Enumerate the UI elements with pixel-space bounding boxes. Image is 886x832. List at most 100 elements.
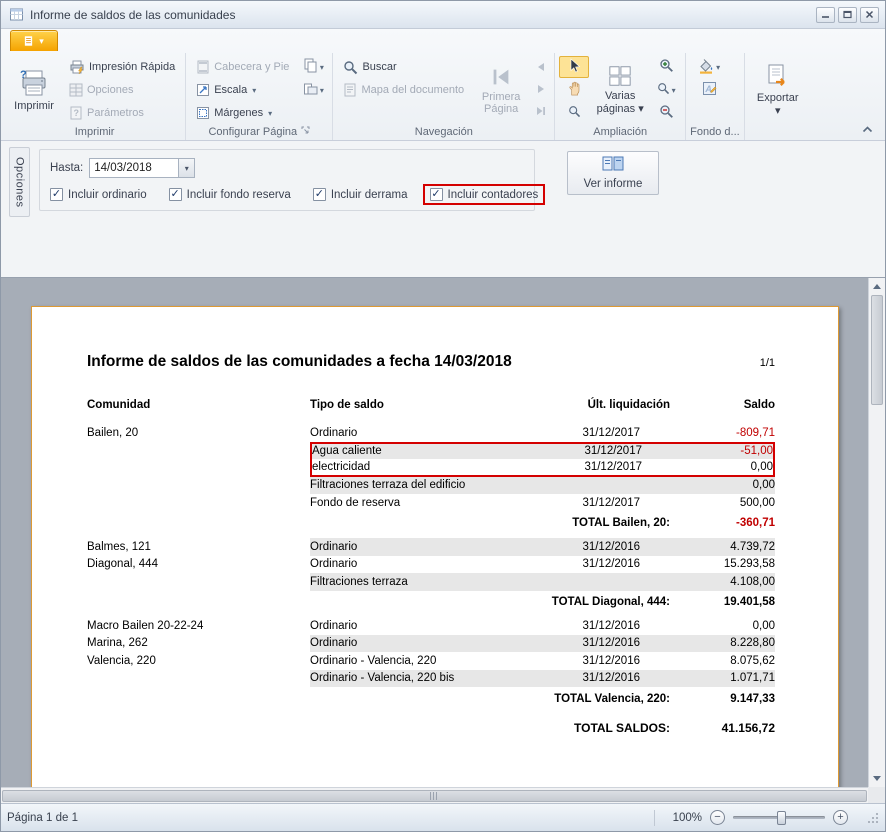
hand-tool-button[interactable] — [559, 79, 589, 101]
impresion-rapida-button[interactable]: Impresión Rápida — [63, 56, 181, 78]
checkbox-label: Incluir contadores — [448, 189, 539, 201]
cell-tipo-saldo: Ordinario - Valencia, 220 bis — [310, 670, 555, 688]
orientation-icon — [303, 81, 318, 99]
dialog-launcher-icon[interactable] — [301, 126, 310, 138]
page-color-button[interactable]: ▾ — [690, 56, 728, 78]
cell-ult-liquidacion: 31/12/2016 — [555, 617, 670, 635]
watermark-button[interactable]: A — [690, 79, 728, 101]
cell-tipo-saldo: Agua caliente — [312, 444, 557, 460]
cell-saldo: -51,00 — [672, 444, 773, 460]
total-saldo: 41.156,72 — [670, 720, 775, 738]
checkbox-fondo-reserva[interactable]: ✓Incluir fondo reserva — [169, 188, 291, 201]
statusbar: Página 1 de 1 100% − + — [1, 803, 885, 831]
ribbon-groups: ? Imprimir Impresión Rápida — [1, 53, 885, 140]
cell-saldo: 1.071,71 — [670, 670, 775, 688]
document-map-icon — [343, 83, 357, 97]
horizontal-scrollbar[interactable] — [1, 787, 868, 803]
checkbox-box[interactable]: ✓ — [313, 188, 326, 201]
zoom-out-button-statusbar[interactable]: − — [710, 810, 725, 825]
zoom-out-button[interactable] — [651, 102, 681, 124]
minimize-button[interactable] — [816, 7, 835, 23]
cabecera-pie-button: Cabecera y Pie — [190, 56, 295, 78]
zoom-tool-button[interactable] — [559, 102, 589, 124]
total-label: TOTAL Bailen, 20: — [310, 515, 670, 533]
vertical-scrollbar[interactable] — [868, 278, 885, 787]
scrollbar-corner — [868, 787, 885, 803]
ribbon-group-imprimir: ? Imprimir Impresión Rápida — [4, 53, 186, 140]
cell-tipo-saldo: Ordinario — [310, 617, 555, 635]
report-row: electricidad31/12/20170,00 — [87, 459, 775, 477]
row-band: Ordinario - Valencia, 22031/12/20168.075… — [310, 652, 775, 670]
buscar-button[interactable]: Buscar — [337, 56, 470, 78]
ver-informe-button[interactable]: Ver informe — [567, 151, 659, 195]
total-saldo: 19.401,58 — [670, 594, 775, 612]
maximize-button[interactable] — [838, 7, 857, 23]
escala-button[interactable]: Escala ▾ — [190, 79, 295, 101]
magnifier-icon — [568, 105, 581, 121]
cell-comunidad: Bailen, 20 — [87, 424, 310, 442]
pointer-arrow-icon — [567, 58, 582, 76]
column-comunidad: Comunidad — [87, 399, 310, 411]
cell-comunidad: Marina, 262 — [87, 635, 310, 653]
margenes-button[interactable]: Márgenes ▾ — [190, 102, 295, 124]
cell-ult-liquidacion: 31/12/2016 — [555, 670, 670, 688]
zoom-slider[interactable] — [733, 810, 825, 825]
chevron-down-icon: ▾ — [672, 86, 676, 95]
row-band: Ordinario31/12/201615.293,58 — [310, 556, 775, 574]
zoom-in-button-statusbar[interactable]: + — [833, 810, 848, 825]
report-rows: Bailen, 20Ordinario31/12/2017-809,71Agua… — [87, 424, 775, 737]
pointer-tool-button[interactable] — [559, 56, 589, 78]
close-button[interactable] — [860, 7, 879, 23]
checkbox-derrama[interactable]: ✓Incluir derrama — [313, 188, 408, 201]
chevron-down-icon: ▾ — [775, 105, 781, 117]
date-dropdown-button[interactable]: ▾ — [178, 159, 194, 177]
cell-saldo: 4.108,00 — [670, 573, 775, 591]
total-saldo: 9.147,33 — [670, 690, 775, 708]
checkbox-ordinario[interactable]: ✓Incluir ordinario — [50, 188, 147, 201]
first-page-icon — [489, 65, 513, 89]
total-label: TOTAL SALDOS: — [310, 720, 670, 738]
paper-size-button[interactable]: ▾ — [298, 56, 328, 78]
next-page-icon — [532, 78, 550, 99]
checkbox-box[interactable]: ✓ — [430, 188, 443, 201]
zoom-level-button[interactable]: ▾ — [651, 79, 681, 101]
cell-ult-liquidacion — [555, 573, 670, 591]
zoom-slider-thumb[interactable] — [777, 811, 786, 825]
zoom-in-button[interactable] — [651, 56, 681, 78]
header-footer-icon — [196, 60, 210, 74]
titlebar: Informe de saldos de las comunidades — [1, 1, 885, 29]
report-row: Marina, 262Ordinario31/12/20168.228,80 — [87, 635, 775, 653]
cell-saldo: 15.293,58 — [670, 556, 775, 574]
group-label-navegacion: Navegación — [337, 124, 550, 139]
horizontal-scroll-thumb[interactable] — [2, 790, 867, 802]
resize-grip[interactable] — [866, 811, 879, 824]
orientation-button[interactable]: ▾ — [298, 79, 328, 101]
ribbon-group-exportar: Exportar▾ — [745, 53, 811, 140]
app-menu-button[interactable]: ▾ — [10, 30, 58, 51]
ribbon-collapse-button[interactable] — [857, 121, 877, 137]
checkbox-contadores[interactable]: ✓ Incluir contadores — [423, 184, 546, 205]
options-tab[interactable]: Opciones — [9, 147, 30, 217]
highlighted-row-band: electricidad31/12/20170,00 — [310, 459, 775, 477]
checkbox-box[interactable]: ✓ — [50, 188, 63, 201]
exportar-button[interactable]: Exportar▾ — [749, 55, 807, 124]
chevron-down-icon: ▾ — [320, 63, 324, 72]
fill-color-icon — [698, 58, 714, 77]
report-page[interactable]: Informe de saldos de las comunidades a f… — [31, 306, 839, 803]
ribbon-group-fondo: ▾ A Fondo d... — [686, 53, 745, 140]
cell-empty — [87, 594, 310, 612]
imprimir-button[interactable]: ? Imprimir — [8, 55, 60, 124]
previous-page-icon — [532, 56, 550, 77]
cell-tipo-saldo: Filtraciones terraza del edificio — [310, 477, 555, 495]
cell-tipo-saldo: Ordinario — [310, 556, 555, 574]
vertical-scroll-thumb[interactable] — [871, 295, 883, 405]
chevron-down-icon: ▾ — [638, 103, 644, 115]
varias-paginas-button[interactable]: Varias páginas ▾ — [592, 55, 648, 124]
scroll-down-icon[interactable] — [869, 770, 885, 787]
checkbox-box[interactable]: ✓ — [169, 188, 182, 201]
group-label-ampliacion: Ampliación — [559, 124, 681, 139]
cell-saldo: 500,00 — [670, 494, 775, 512]
scroll-up-icon[interactable] — [869, 278, 885, 295]
hasta-date-input[interactable] — [90, 159, 178, 177]
row-band: Ordinario - Valencia, 220 bis31/12/20161… — [310, 670, 775, 688]
